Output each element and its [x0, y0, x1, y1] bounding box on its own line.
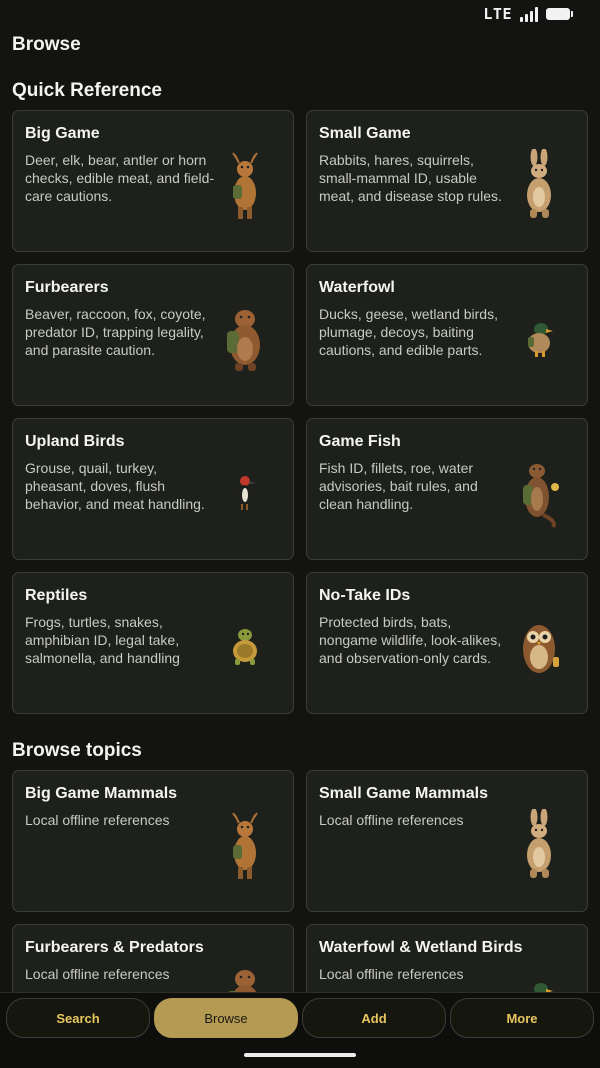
page-title: Browse — [12, 34, 81, 55]
browse-topics-heading: Browse topics — [12, 740, 142, 761]
deer-icon — [219, 809, 271, 881]
battery-icon — [546, 8, 573, 20]
card-description: Fish ID, fillets, roe, water advisories,… — [319, 460, 478, 512]
signal-icon — [520, 6, 538, 22]
card-title: Furbearers — [25, 279, 109, 296]
duck-icon — [513, 303, 565, 375]
card-small-game[interactable]: Small Game Rabbits, hares, squirrels, sm… — [306, 110, 588, 252]
status-bar: LTE — [0, 0, 600, 28]
nav-more-button[interactable]: More — [450, 998, 594, 1038]
card-furbearers[interactable]: Furbearers Beaver, raccoon, fox, coyote,… — [12, 264, 294, 406]
card-title: Game Fish — [319, 433, 401, 450]
card-description: Protected birds, bats, nongame wildlife,… — [319, 614, 502, 666]
card-description: Beaver, raccoon, fox, coyote, predator I… — [25, 306, 206, 358]
card-game-fish[interactable]: Game Fish Fish ID, fillets, roe, water a… — [306, 418, 588, 560]
nav-search-button[interactable]: Search — [6, 998, 150, 1038]
card-title: Reptiles — [25, 587, 88, 604]
card-title: Furbearers & Predators — [25, 939, 204, 956]
card-upland-birds[interactable]: Upland Birds Grouse, quail, turkey, phea… — [12, 418, 294, 560]
card-title: Waterfowl & Wetland Birds — [319, 939, 523, 956]
card-description: Local offline references — [319, 966, 464, 982]
owl-icon — [513, 611, 565, 683]
card-description: Local offline references — [25, 966, 170, 982]
card-waterfowl[interactable]: Waterfowl Ducks, geese, wetland birds, p… — [306, 264, 588, 406]
topic-small-game-mammals[interactable]: Small Game Mammals Local offline referen… — [306, 770, 588, 912]
nav-add-button[interactable]: Add — [302, 998, 446, 1038]
card-description: Frogs, turtles, snakes, amphibian ID, le… — [25, 614, 180, 666]
card-title: Big Game — [25, 125, 100, 142]
card-big-game[interactable]: Big Game Deer, elk, bear, antler or horn… — [12, 110, 294, 252]
bottom-nav: Search Browse Add More — [0, 992, 600, 1068]
deer-icon — [219, 149, 271, 221]
nav-browse-button[interactable]: Browse — [154, 998, 298, 1038]
card-title: Waterfowl — [319, 279, 395, 296]
card-description: Deer, elk, bear, antler or horn checks, … — [25, 152, 215, 204]
home-indicator[interactable] — [244, 1053, 356, 1057]
beaver-icon — [219, 303, 271, 375]
card-title: Small Game Mammals — [319, 785, 488, 802]
rabbit-icon — [513, 808, 565, 881]
quick-reference-grid: Big Game Deer, elk, bear, antler or horn… — [12, 110, 588, 714]
rabbit-icon — [513, 148, 565, 221]
otter-icon — [513, 457, 565, 529]
card-title: Upland Birds — [25, 433, 125, 450]
card-no-take-ids[interactable]: No-Take IDs Protected birds, bats, nonga… — [306, 572, 588, 714]
card-description: Ducks, geese, wetland birds, plumage, de… — [319, 306, 498, 358]
network-label: LTE — [483, 5, 512, 23]
card-title: No-Take IDs — [319, 587, 411, 604]
card-description: Grouse, quail, turkey, pheasant, doves, … — [25, 460, 205, 512]
card-description: Local offline references — [25, 812, 170, 828]
card-title: Small Game — [319, 125, 411, 142]
card-title: Big Game Mammals — [25, 785, 178, 802]
topic-big-game-mammals[interactable]: Big Game Mammals Local offline reference… — [12, 770, 294, 912]
quick-reference-heading: Quick Reference — [12, 80, 162, 101]
card-description: Rabbits, hares, squirrels, small-mammal … — [319, 152, 502, 204]
turtle-icon — [219, 611, 271, 683]
woodpecker-icon — [219, 457, 271, 529]
card-reptiles[interactable]: Reptiles Frogs, turtles, snakes, amphibi… — [12, 572, 294, 714]
card-description: Local offline references — [319, 812, 464, 828]
